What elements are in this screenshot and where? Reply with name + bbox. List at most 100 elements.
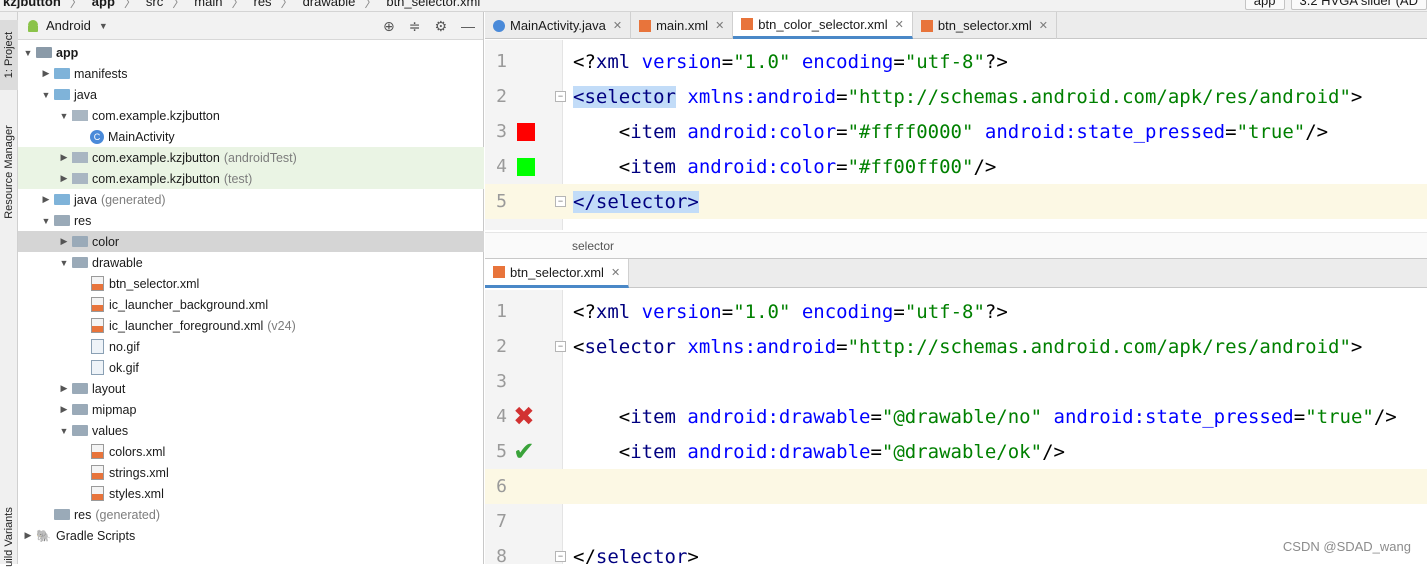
code-line[interactable]: 5✔ <item android:drawable="@drawable/ok"…: [485, 434, 1427, 469]
chevron-right-icon[interactable]: ▶: [58, 152, 70, 163]
color-swatch-icon[interactable]: [517, 123, 535, 141]
tree-item[interactable]: ic_launcher_background.xml: [18, 294, 484, 315]
locate-icon[interactable]: ⊕: [383, 18, 395, 35]
fold-icon[interactable]: −: [555, 91, 566, 102]
color-swatch-icon[interactable]: [517, 158, 535, 176]
code-text[interactable]: <item android:color="#ff00ff00"/>: [573, 156, 996, 178]
breadcrumb-item[interactable]: app: [89, 0, 118, 9]
resource-manager-tool-tab[interactable]: Resource Manager: [0, 112, 18, 232]
chevron-down-icon[interactable]: ▼: [58, 426, 70, 436]
chevron-down-icon[interactable]: ▼: [40, 216, 52, 226]
tree-item[interactable]: ▶com.example.kzjbutton(test): [18, 168, 484, 189]
chevron-right-icon[interactable]: ▶: [58, 236, 70, 247]
tree-item[interactable]: no.gif: [18, 336, 484, 357]
xml-file-icon: [91, 318, 104, 333]
fold-icon[interactable]: −: [555, 551, 566, 562]
tree-item[interactable]: ▶🐘Gradle Scripts: [18, 525, 484, 546]
editor-pane-bottom[interactable]: 1<?xml version="1.0" encoding="utf-8"?>2…: [485, 290, 1427, 564]
tree-item[interactable]: btn_selector.xml: [18, 273, 484, 294]
tree-item[interactable]: colors.xml: [18, 441, 484, 462]
code-line[interactable]: 5−</selector>: [485, 184, 1427, 219]
code-line[interactable]: 6: [485, 469, 1427, 504]
build-variants-tool-tab[interactable]: uild Variants: [0, 502, 18, 572]
chevron-right-icon[interactable]: ▶: [40, 194, 52, 205]
chevron-right-icon[interactable]: ▶: [58, 383, 70, 394]
chevron-down-icon[interactable]: ▼: [99, 21, 108, 31]
tree-item[interactable]: ▼com.example.kzjbutton: [18, 105, 484, 126]
editor-tab[interactable]: main.xml✕: [631, 12, 733, 39]
breadcrumb-item[interactable]: main: [191, 0, 225, 9]
editor-tab[interactable]: MainActivity.java✕: [485, 12, 631, 39]
code-line[interactable]: 1<?xml version="1.0" encoding="utf-8"?>: [485, 294, 1427, 329]
code-line[interactable]: 7: [485, 504, 1427, 539]
tree-item[interactable]: ▶java(generated): [18, 189, 484, 210]
chevron-down-icon[interactable]: ▼: [58, 258, 70, 268]
tree-item[interactable]: ▼java: [18, 84, 484, 105]
project-tool-tab[interactable]: 1: Project: [0, 20, 18, 90]
code-line[interactable]: 2−<selector xmlns:android="http://schema…: [485, 329, 1427, 364]
gear-icon[interactable]: ⚙: [434, 18, 447, 35]
editor-pane-top[interactable]: 1<?xml version="1.0" encoding="utf-8"?>2…: [485, 40, 1427, 230]
tree-item[interactable]: ▶manifests: [18, 63, 484, 84]
code-line[interactable]: 3 <item android:color="#ffff0000" androi…: [485, 114, 1427, 149]
folder-icon: [54, 215, 70, 226]
breadcrumb-item[interactable]: src: [143, 0, 166, 9]
breadcrumb-item[interactable]: drawable: [300, 0, 359, 9]
tree-item[interactable]: styles.xml: [18, 483, 484, 504]
close-icon[interactable]: ✕: [613, 19, 622, 32]
breadcrumb-item[interactable]: btn_selector.xml: [383, 0, 483, 9]
tree-item[interactable]: ▼values: [18, 420, 484, 441]
code-text[interactable]: <item android:drawable="@drawable/no" an…: [573, 406, 1397, 428]
tree-item[interactable]: ic_launcher_foreground.xml(v24): [18, 315, 484, 336]
code-text[interactable]: <item android:color="#ffff0000" android:…: [573, 121, 1328, 143]
code-text[interactable]: <selector xmlns:android="http://schemas.…: [573, 336, 1362, 358]
tree-item[interactable]: CMainActivity: [18, 126, 484, 147]
hide-icon[interactable]: —: [461, 18, 475, 34]
close-icon[interactable]: ✕: [1039, 19, 1048, 32]
code-line[interactable]: 4 <item android:color="#ff00ff00"/>: [485, 149, 1427, 184]
tree-item[interactable]: ▼app: [18, 42, 484, 63]
chevron-right-icon[interactable]: ▶: [58, 173, 70, 184]
tree-item[interactable]: ▼drawable: [18, 252, 484, 273]
close-icon[interactable]: ✕: [895, 18, 904, 31]
collapse-all-icon[interactable]: ≑: [409, 18, 421, 35]
code-line[interactable]: 1<?xml version="1.0" encoding="utf-8"?>: [485, 44, 1427, 79]
chevron-down-icon[interactable]: ▼: [40, 90, 52, 100]
chevron-down-icon[interactable]: ▼: [22, 48, 34, 58]
tree-item[interactable]: strings.xml: [18, 462, 484, 483]
tree-item[interactable]: ▶com.example.kzjbutton(androidTest): [18, 147, 484, 168]
code-text[interactable]: <?xml version="1.0" encoding="utf-8"?>: [573, 51, 1008, 73]
code-text[interactable]: <item android:drawable="@drawable/ok"/>: [573, 441, 1065, 463]
tree-item[interactable]: ▶layout: [18, 378, 484, 399]
tab-btn-selector-bottom[interactable]: btn_selector.xml ✕: [485, 259, 629, 288]
xml-breadcrumb[interactable]: selector: [485, 232, 1427, 258]
editor-tab-bar: MainActivity.java✕main.xml✕btn_color_sel…: [485, 12, 1427, 39]
tree-item[interactable]: ok.gif: [18, 357, 484, 378]
chevron-right-icon[interactable]: ▶: [40, 68, 52, 79]
editor-tab[interactable]: btn_selector.xml✕: [913, 12, 1057, 39]
code-text[interactable]: <selector xmlns:android="http://schemas.…: [573, 86, 1362, 108]
run-configuration-select[interactable]: app: [1245, 0, 1285, 10]
code-text[interactable]: </selector>: [573, 191, 699, 213]
chevron-down-icon[interactable]: ▼: [58, 111, 70, 121]
code-text[interactable]: </selector>: [573, 546, 699, 565]
device-select[interactable]: 3.2 HVGA slider (AD: [1291, 0, 1427, 10]
fold-icon[interactable]: −: [555, 196, 566, 207]
close-icon[interactable]: ✕: [611, 266, 620, 279]
code-line[interactable]: 2−<selector xmlns:android="http://schema…: [485, 79, 1427, 114]
tree-item[interactable]: ▶mipmap: [18, 399, 484, 420]
breadcrumb-item[interactable]: res: [250, 0, 274, 9]
code-line[interactable]: 3: [485, 364, 1427, 399]
code-text[interactable]: <?xml version="1.0" encoding="utf-8"?>: [573, 301, 1008, 323]
code-line[interactable]: 4✖ <item android:drawable="@drawable/no"…: [485, 399, 1427, 434]
tree-item[interactable]: res(generated): [18, 504, 484, 525]
chevron-right-icon[interactable]: ▶: [22, 530, 34, 541]
project-view-select[interactable]: Android: [46, 18, 91, 33]
fold-icon[interactable]: −: [555, 341, 566, 352]
chevron-right-icon[interactable]: ▶: [58, 404, 70, 415]
editor-tab[interactable]: btn_color_selector.xml✕: [733, 12, 913, 39]
breadcrumb-item[interactable]: kzjbutton: [0, 0, 64, 9]
close-icon[interactable]: ✕: [715, 19, 724, 32]
tree-item[interactable]: ▶color: [18, 231, 484, 252]
tree-item[interactable]: ▼res: [18, 210, 484, 231]
